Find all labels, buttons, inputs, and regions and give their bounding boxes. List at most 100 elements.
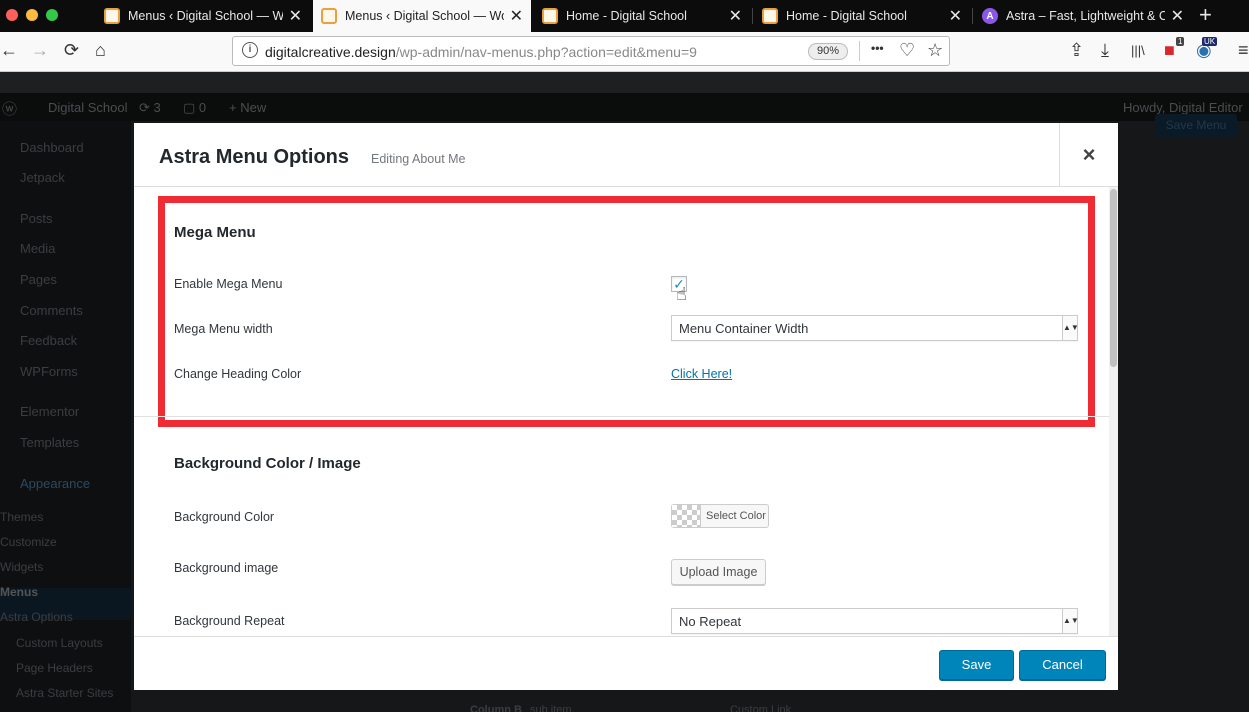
background-repeat-label: Background Repeat	[174, 614, 285, 628]
wordpress-site-icon	[321, 8, 337, 24]
language-badge: UK	[1202, 37, 1218, 46]
sidebar-subitem-widgets[interactable]: Widgets	[0, 560, 43, 574]
site-icon	[762, 8, 778, 24]
extension-icon[interactable]: ■	[1164, 40, 1175, 61]
bookmark-star-icon[interactable]: ☆	[927, 40, 943, 61]
sidebar-item-wpforms[interactable]: WPForms	[20, 364, 78, 379]
tab-close-icon[interactable]: ✕	[510, 6, 523, 26]
modal-header: Astra Menu Options Editing About Me ×	[134, 123, 1118, 187]
window-zoom-button[interactable]	[46, 9, 58, 21]
browser-tab-5[interactable]: A Astra – Fast, Lightweight & Customizab…	[974, 0, 1192, 32]
background-section-heading: Background Color / Image	[174, 455, 361, 472]
mega-menu-highlight-box	[158, 196, 1095, 427]
upload-image-button[interactable]: Upload Image	[671, 559, 766, 585]
browser-tab-2-active[interactable]: Menus ‹ Digital School — WordPress ✕	[313, 0, 531, 32]
save-button[interactable]: Save	[939, 650, 1014, 680]
sidebar-subitem-customize[interactable]: Customize	[0, 535, 57, 549]
browser-tab-3[interactable]: Home - Digital School ✕	[534, 0, 750, 32]
select-color-label: Select Color	[706, 510, 766, 522]
url-text[interactable]: digitalcreative.design/wp-admin/nav-menu…	[265, 44, 697, 60]
url-path: /wp-admin/nav-menus.php?action=edit&menu…	[395, 44, 697, 60]
address-bar[interactable]: i digitalcreative.design/wp-admin/nav-me…	[232, 36, 950, 66]
sidebar-item-jetpack[interactable]: Jetpack	[20, 170, 65, 185]
menu-item-column: Column B	[470, 704, 522, 712]
admin-bar-updates[interactable]: ⟳ 3	[139, 100, 161, 116]
browser-tab-4[interactable]: Home - Digital School ✕	[754, 0, 970, 32]
modal-close-button[interactable]: ×	[1059, 123, 1118, 187]
sidebar-item-appearance[interactable]: Appearance	[20, 476, 90, 491]
sidebar-subitem-astra-options[interactable]: Astra Options	[0, 610, 73, 624]
select-arrows-icon: ▲▼	[1062, 609, 1079, 633]
astra-icon: A	[982, 8, 998, 24]
sidebar-item-comments[interactable]: Comments	[20, 303, 83, 318]
home-icon[interactable]: ⌂	[95, 40, 106, 61]
sidebar-item-dashboard[interactable]: Dashboard	[20, 140, 84, 155]
tab-title: Menus ‹ Digital School — WordPress	[128, 9, 283, 23]
background-image-label: Background image	[174, 561, 279, 575]
sidebar-subitem-menus[interactable]: Menus	[0, 585, 38, 599]
wp-admin-bar: ⓦ Digital School ⟳ 3 ▢ 0 + New Howdy, Di…	[0, 93, 1249, 121]
menu-item-type: Custom Link	[730, 704, 792, 712]
admin-bar-greeting[interactable]: Howdy, Digital Editor	[1123, 100, 1243, 115]
section-divider	[134, 416, 1109, 417]
wordpress-site-icon	[104, 8, 120, 24]
window-close-button[interactable]	[6, 9, 18, 21]
admin-bar-new[interactable]: + New	[229, 100, 266, 115]
tab-separator	[752, 8, 753, 24]
tab-title: Home - Digital School	[566, 9, 687, 23]
new-tab-button[interactable]: +	[1199, 2, 1212, 28]
sidebar-item-pages[interactable]: Pages	[20, 272, 57, 287]
url-separator	[859, 41, 860, 61]
admin-bar-comments[interactable]: ▢ 0	[183, 100, 206, 116]
sidebar-item-posts[interactable]: Posts	[20, 211, 53, 226]
transparent-color-swatch	[672, 505, 701, 527]
sidebar-item-templates[interactable]: Templates	[20, 435, 79, 450]
modal-footer: Save Cancel	[134, 636, 1118, 690]
tab-close-icon[interactable]: ✕	[1171, 6, 1184, 26]
sidebar-item-feedback[interactable]: Feedback	[20, 333, 77, 348]
tab-close-icon[interactable]: ✕	[289, 6, 302, 26]
modal-scrollbar-thumb[interactable]	[1110, 189, 1117, 367]
admin-bar-site-name[interactable]: Digital School	[48, 100, 128, 115]
page-actions-more-icon[interactable]: •••	[871, 41, 884, 55]
download-icon[interactable]: ⤓	[1101, 40, 1109, 61]
pocket-icon[interactable]: ♡	[899, 40, 915, 61]
sidebar-subitem-astra-starter-sites[interactable]: Astra Starter Sites	[16, 686, 113, 700]
site-icon	[542, 8, 558, 24]
wordpress-logo-icon[interactable]: ⓦ	[2, 98, 17, 119]
astra-menu-options-modal: Astra Menu Options Editing About Me × Me…	[134, 123, 1118, 690]
background-repeat-select[interactable]: No Repeat ▲▼	[671, 608, 1079, 634]
sidebar-item-elementor[interactable]: Elementor	[20, 404, 79, 419]
reload-icon[interactable]: ⟳	[64, 40, 79, 61]
window-minimize-button[interactable]	[26, 9, 38, 21]
wp-admin-sidebar: Dashboard Jetpack Posts Media Pages Comm…	[0, 121, 131, 712]
tab-separator	[972, 8, 973, 24]
background-repeat-value: No Repeat	[679, 614, 742, 629]
zoom-level-badge[interactable]: 90%	[808, 43, 849, 60]
tab-close-icon[interactable]: ✕	[949, 6, 962, 26]
modal-title: Astra Menu Options	[159, 146, 350, 168]
tab-close-icon[interactable]: ✕	[729, 6, 742, 26]
sidebar-subitem-page-headers[interactable]: Page Headers	[16, 661, 93, 675]
tab-title: Menus ‹ Digital School — WordPress	[345, 9, 504, 23]
modal-subtitle: Editing About Me	[371, 152, 466, 166]
modal-body: Mega Menu Enable Mega Menu ✓ ☝ Mega Menu…	[134, 187, 1118, 636]
sidebar-item-media[interactable]: Media	[20, 241, 55, 256]
sidebar-subitem-custom-layouts[interactable]: Custom Layouts	[16, 636, 103, 650]
save-to-pocket-icon[interactable]: ⇪	[1069, 40, 1084, 61]
sidebar-subitem-themes[interactable]: Themes	[0, 510, 43, 524]
select-color-button[interactable]: Select Color	[671, 504, 769, 528]
tab-title: Home - Digital School	[786, 9, 907, 23]
library-icon[interactable]: |||\	[1131, 43, 1145, 58]
background-color-label: Background Color	[174, 510, 275, 524]
cancel-button[interactable]: Cancel	[1019, 650, 1106, 680]
forward-arrow-icon[interactable]: →	[31, 40, 49, 61]
menu-item-subtype: sub item	[530, 704, 572, 712]
close-icon: ×	[1082, 142, 1096, 167]
save-menu-button[interactable]: Save Menu	[1155, 114, 1237, 138]
url-domain: digitalcreative.design	[265, 44, 396, 60]
hamburger-menu-icon[interactable]: ≡	[1238, 40, 1249, 61]
browser-tab-1[interactable]: Menus ‹ Digital School — WordPress ✕	[96, 0, 310, 32]
back-arrow-icon[interactable]: ←	[0, 40, 18, 61]
site-info-icon[interactable]: i	[242, 42, 258, 58]
